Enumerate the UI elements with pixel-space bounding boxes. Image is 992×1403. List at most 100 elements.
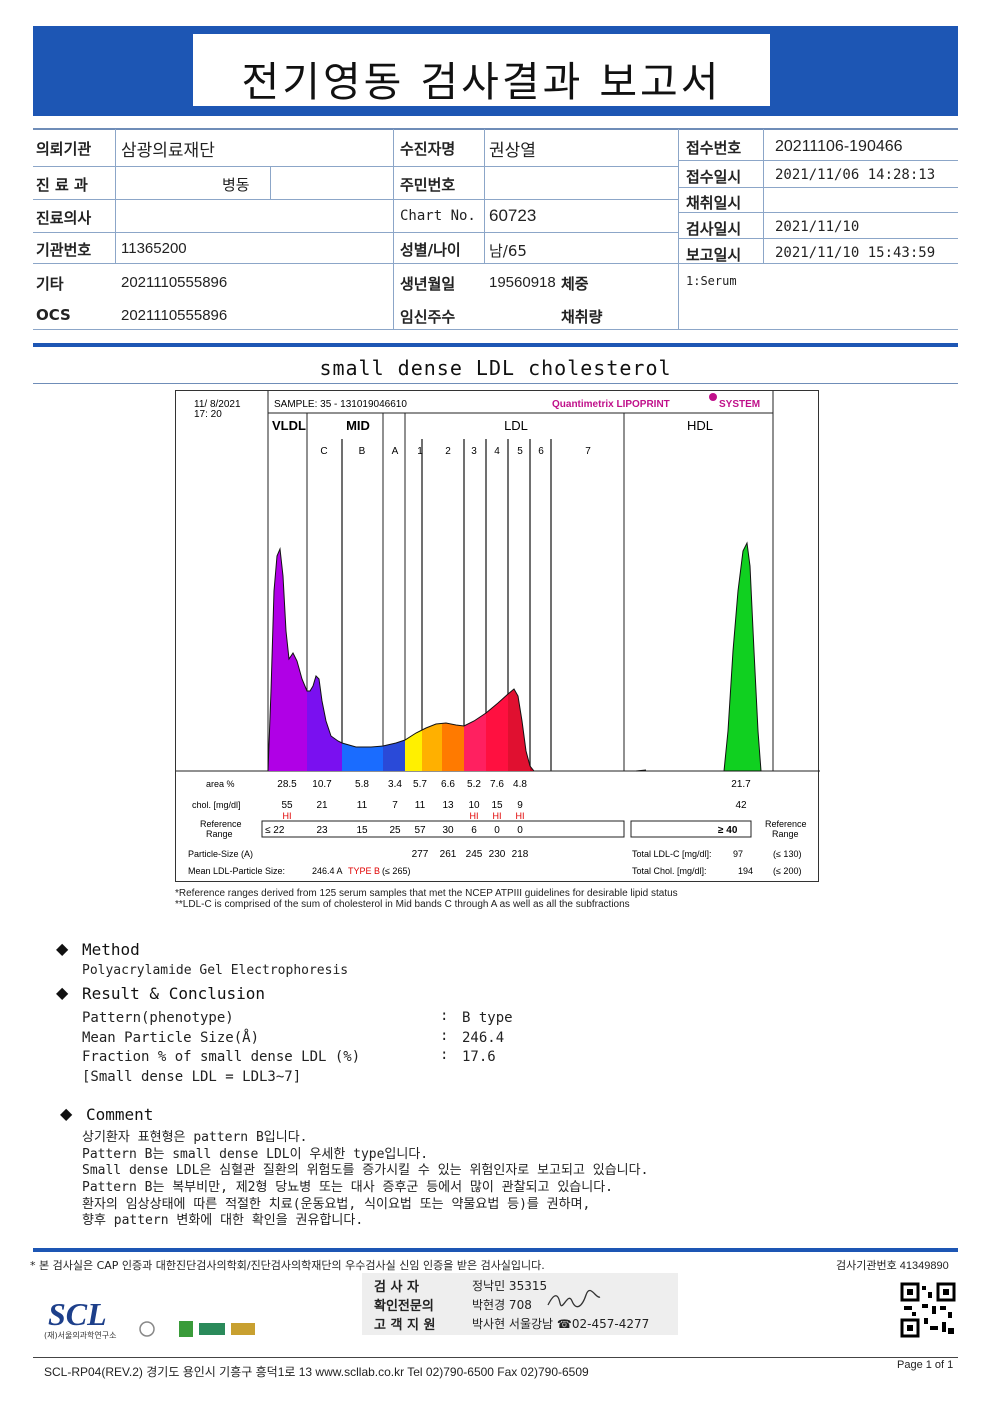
ref-value: 15 <box>356 825 368 836</box>
ref-value: ≤ 22 <box>265 825 285 836</box>
examiner-value: 정낙민 35315 <box>472 1279 548 1293</box>
ward-label: 병동 <box>222 176 250 194</box>
band-label: C <box>320 446 327 457</box>
form-footer: SCL-RP04(REV.2) 경기도 용인시 기흥구 흥덕1로 13 www.… <box>44 1365 589 1379</box>
chol-value: 7 <box>392 800 398 811</box>
requester-value: 삼광의료재단 <box>121 141 215 161</box>
band-fill <box>464 713 486 771</box>
result-colon: : <box>440 1008 449 1024</box>
area-value: 4.8 <box>513 779 527 790</box>
report-dt-value: 2021/11/10 15:43:59 <box>775 245 936 261</box>
result-colon: : <box>440 1028 449 1044</box>
ref-value: 0 <box>494 825 500 836</box>
comment-heading: Comment <box>86 1105 154 1124</box>
area-value: 5.8 <box>355 779 369 790</box>
recv-no-label: 접수번호 <box>686 139 742 157</box>
area-label: area % <box>206 779 235 789</box>
result-colon: : <box>440 1047 449 1063</box>
total-chol-value: 194 <box>738 866 753 876</box>
band-label: 6 <box>538 446 544 457</box>
ref-hdl-value: ≥ 40 <box>718 825 738 836</box>
specialist-value: 박현경 708 <box>472 1298 532 1312</box>
title-banner-left <box>33 34 193 116</box>
band-label: A <box>392 446 399 457</box>
chart-no-label: Chart No. <box>400 208 476 224</box>
total-chol-ref: (≤ 200) <box>773 866 801 876</box>
sex-age-label: 성별/나이 <box>400 241 461 259</box>
particle-value: 261 <box>440 849 457 860</box>
method-text: Polyacrylamide Gel Electrophoresis <box>82 963 349 978</box>
group-label: VLDL <box>272 418 306 433</box>
area-value: 5.7 <box>413 779 427 790</box>
mean-ref: (≤ 265) <box>382 866 410 876</box>
electrophoresis-chart: 11/ 8/2021 17: 20 SAMPLE: 35 - 13101904661… <box>175 390 820 882</box>
result-label-0: Pattern(phenotype) <box>82 1010 234 1026</box>
band-label: 7 <box>585 446 591 457</box>
org-no: 검사기관번호 41349890 <box>836 1260 949 1272</box>
scl-logo: SCL <box>48 1296 107 1332</box>
test-dt-value: 2021/11/10 <box>775 219 860 235</box>
chol-value: 11 <box>357 800 368 811</box>
total-chol-label: Total Chol. [mg/dl]: <box>632 866 707 876</box>
ref-label: Reference <box>200 819 242 829</box>
ref-label: Range <box>206 829 233 839</box>
result-label-1: Mean Particle Size(Å) <box>82 1030 260 1046</box>
chol-value: 11 <box>415 800 426 811</box>
inst-value: 11365200 <box>121 240 187 257</box>
result-value-2: 17.6 <box>462 1049 496 1065</box>
band-label: 5 <box>517 446 523 457</box>
comment-line: 향후 pattern 변화에 대한 확인을 권유합니다. <box>82 1213 364 1228</box>
ref-value: 25 <box>389 825 401 836</box>
band-fill <box>422 723 442 771</box>
page-number: Page 1 of 1 <box>897 1359 954 1371</box>
area-value: 28.5 <box>277 779 297 790</box>
band-label: 4 <box>494 446 500 457</box>
band-label: B <box>359 446 366 457</box>
note-2: **LDL-C is comprised of the sum of chole… <box>175 899 630 910</box>
mean-label: Mean LDL-Particle Size: <box>188 866 285 876</box>
ref-value: 30 <box>442 825 454 836</box>
chol-value: 9 <box>517 800 523 811</box>
specialist-label: 확인전문의 <box>374 1299 434 1314</box>
area-value: 3.4 <box>388 779 402 790</box>
band-fill <box>405 730 422 771</box>
etc-label: 기타 <box>36 275 64 293</box>
mean-value: 246.4 A <box>312 866 343 876</box>
ref-value: 23 <box>316 825 328 836</box>
mean-type: TYPE B <box>348 866 380 876</box>
dept-label: 진 료 과 <box>36 176 88 194</box>
title-banner-top <box>33 26 958 34</box>
chart-time: 17: 20 <box>194 409 222 420</box>
band-fill <box>268 549 307 771</box>
result-value-0: B type <box>462 1010 513 1026</box>
chol-value: 10 <box>468 800 480 811</box>
hi-flag: HI <box>470 811 479 821</box>
group-label: HDL <box>687 418 713 433</box>
area-value: 5.2 <box>467 779 481 790</box>
report-label: 보고일시 <box>686 246 742 264</box>
section-title: small dense LDL cholesterol <box>319 356 672 380</box>
inst-label: 기관번호 <box>36 241 92 259</box>
ocs-label: OCS <box>36 306 71 324</box>
scl-logo-sub: (재)서울의과학연구소 <box>44 1331 117 1340</box>
support-value: 박사현 서울강남 ☎02-457-4277 <box>472 1317 650 1331</box>
recv-dt-value: 2021/11/06 14:28:13 <box>775 167 936 183</box>
total-ldl-ref: (≤ 130) <box>773 849 801 859</box>
chart-sample: SAMPLE: 35 - 131019046610 <box>274 399 407 410</box>
chart-brand: Quantimetrix LIPOPRINT <box>552 399 670 410</box>
chol-value: 15 <box>491 800 503 811</box>
title-banner-right <box>770 34 958 116</box>
result-heading: Result & Conclusion <box>82 984 266 1003</box>
sex-age-value: 남/65 <box>489 242 527 260</box>
ref-value: 6 <box>471 825 477 836</box>
hdl-peak <box>723 541 762 772</box>
method-bullet-icon: ◆ <box>56 939 69 958</box>
chol-label: chol. [mg/dl] <box>192 800 241 810</box>
ref-value: 0 <box>517 825 523 836</box>
dob-label: 생년월일 <box>400 275 456 293</box>
report-title: 전기영동 검사결과 보고서 <box>241 58 722 106</box>
signature-icon <box>547 1289 601 1308</box>
group-label: MID <box>346 418 370 433</box>
band-label: 1 <box>417 446 423 457</box>
chol-value: 55 <box>281 800 293 811</box>
